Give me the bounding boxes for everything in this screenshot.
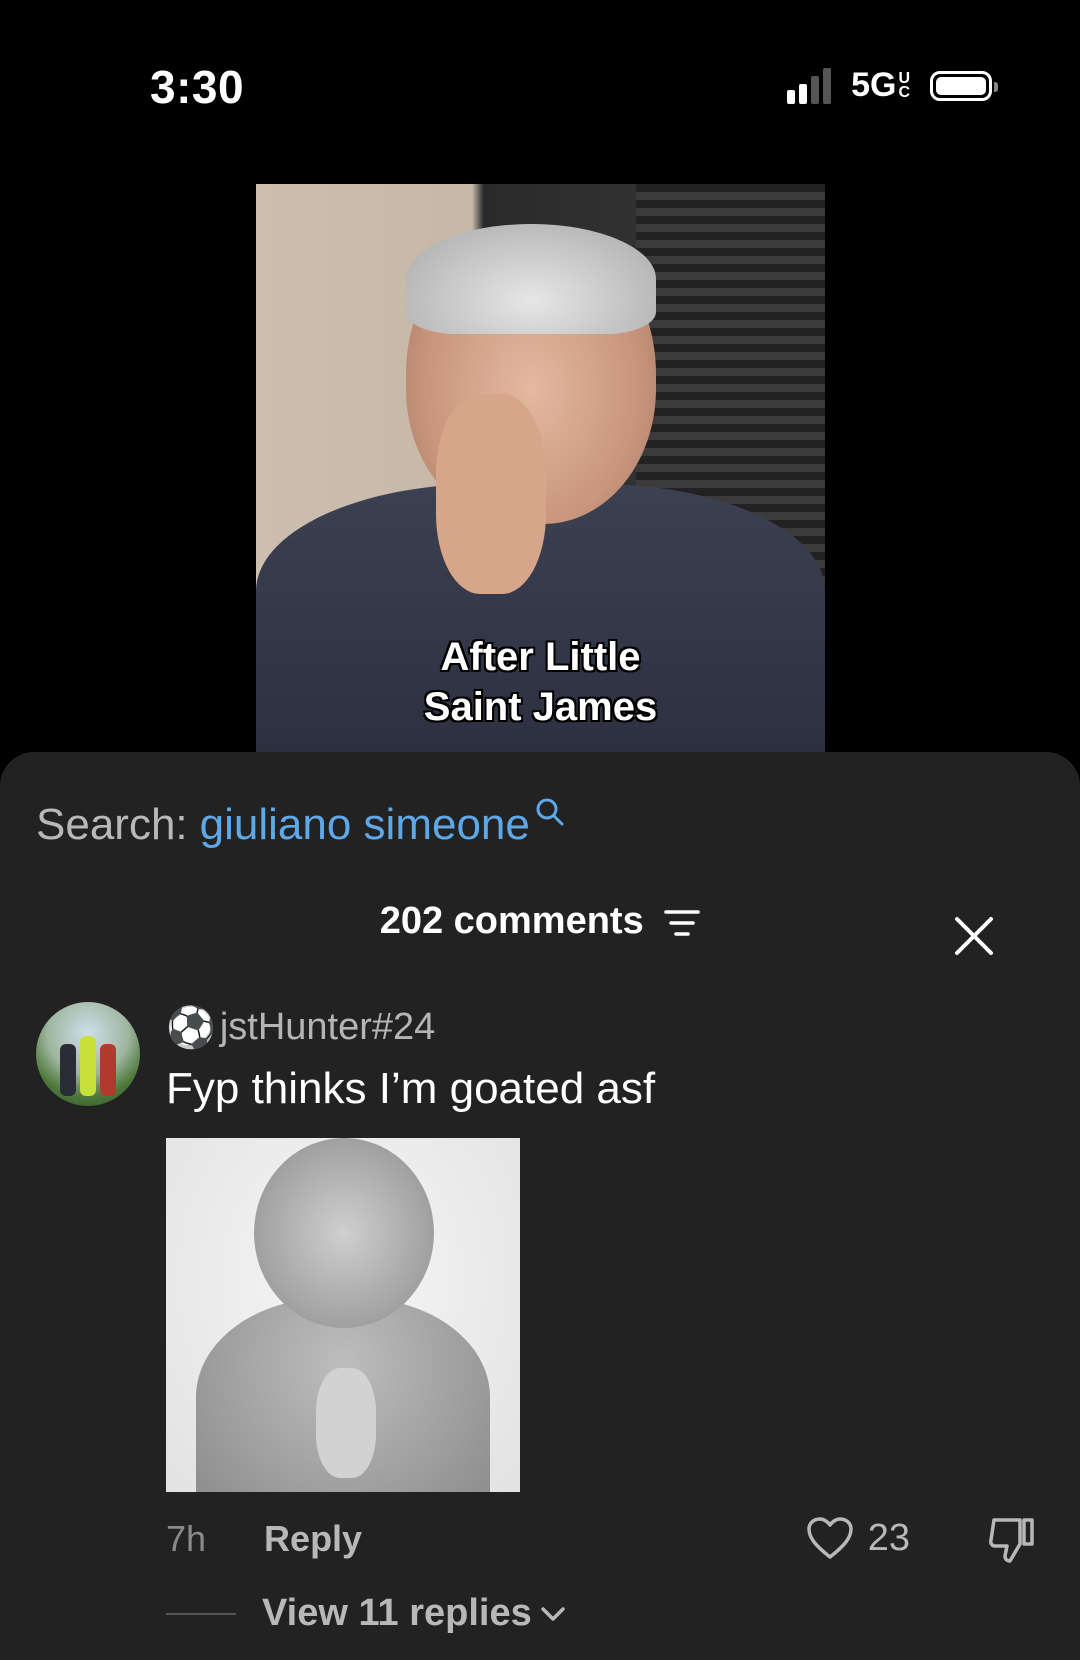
avatar-figure bbox=[100, 1044, 116, 1096]
heart-icon bbox=[806, 1517, 853, 1559]
like-count: 23 bbox=[867, 1516, 910, 1559]
network-suffix-bottom: C bbox=[898, 83, 910, 101]
comment-count: 202 comments bbox=[379, 900, 644, 942]
chevron-down-icon bbox=[540, 1606, 565, 1621]
search-term[interactable]: giuliano simeone bbox=[200, 800, 530, 850]
comment-time: 7h bbox=[166, 1518, 207, 1559]
sort-icon[interactable] bbox=[664, 908, 701, 938]
reply-button[interactable]: Reply bbox=[264, 1518, 362, 1560]
view-replies-label: View 11 replies bbox=[262, 1592, 532, 1634]
status-indicators: 5G U C bbox=[787, 66, 998, 105]
battery-icon bbox=[930, 70, 998, 101]
video-caption: After Little Saint James bbox=[256, 632, 825, 732]
search-icon bbox=[536, 798, 564, 826]
comment-image[interactable] bbox=[166, 1138, 520, 1492]
avatar-figure bbox=[80, 1036, 96, 1096]
comment-username[interactable]: ⚽ jstHunter#24 bbox=[166, 1004, 435, 1051]
video-player[interactable]: After Little Saint James bbox=[256, 184, 825, 752]
comment-text: Fyp thinks I’m goated asf bbox=[166, 1064, 656, 1113]
video-person-hand bbox=[436, 394, 546, 594]
avatar[interactable] bbox=[36, 1002, 140, 1106]
video-caption-line1: After Little bbox=[440, 635, 641, 679]
video-caption-line2: Saint James bbox=[423, 685, 658, 729]
network-label: 5G bbox=[851, 66, 897, 104]
search-suggestion[interactable]: Search: giuliano simeone bbox=[36, 798, 566, 850]
video-person-hair bbox=[406, 224, 656, 334]
like-button[interactable]: 23 bbox=[806, 1516, 910, 1560]
soccer-ball-icon: ⚽ bbox=[166, 1006, 216, 1050]
comments-sheet: Search: giuliano simeone 202 comments ⚽ … bbox=[0, 752, 1080, 1660]
close-icon[interactable] bbox=[954, 916, 994, 956]
search-prefix: Search: bbox=[36, 800, 188, 849]
signal-icon bbox=[787, 67, 832, 104]
image-baby-face bbox=[254, 1138, 434, 1328]
replies-divider bbox=[166, 1612, 236, 1615]
comments-header: 202 comments bbox=[0, 900, 1080, 943]
network-indicator: 5G U C bbox=[851, 66, 910, 105]
view-replies-button[interactable]: View 11 replies bbox=[166, 1592, 566, 1635]
comment-meta: 7h Reply bbox=[166, 1518, 362, 1560]
status-time: 3:30 bbox=[150, 61, 245, 113]
username-text: jstHunter#24 bbox=[219, 1006, 436, 1048]
image-baby-hands bbox=[316, 1368, 376, 1478]
avatar-figure bbox=[60, 1044, 76, 1096]
dislike-icon[interactable] bbox=[986, 1514, 1038, 1566]
